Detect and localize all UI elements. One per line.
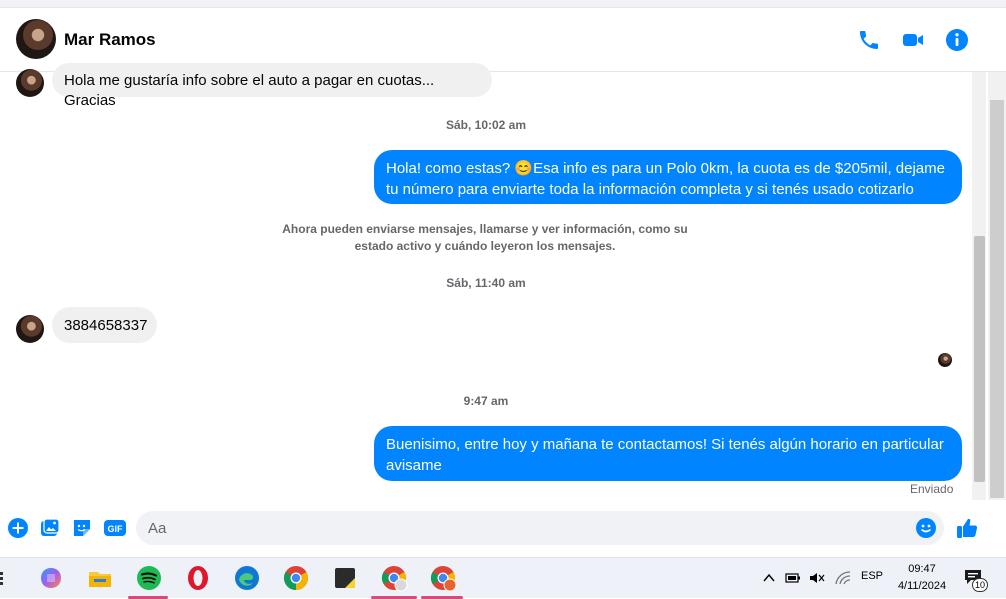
svg-text:GIF: GIF: [108, 524, 124, 534]
phone-icon[interactable]: [857, 28, 881, 52]
sender-avatar[interactable]: [16, 315, 44, 343]
sticky-notes-icon[interactable]: [331, 564, 359, 592]
message-timestamp: 9:47 am: [463, 394, 509, 408]
outgoing-message[interactable]: Buenisimo, entre hoy y mañana te contact…: [374, 426, 962, 481]
task-view-icon[interactable]: [0, 570, 8, 586]
incoming-message[interactable]: 3884658337: [52, 307, 157, 343]
page-scrollbar-thumb[interactable]: [990, 100, 1004, 498]
copilot-icon[interactable]: [37, 564, 65, 592]
message-composer: GIF: [0, 500, 1006, 557]
clock-time[interactable]: 09:47: [896, 563, 948, 575]
battery-icon[interactable]: [784, 571, 802, 585]
notification-count-badge: 10: [972, 578, 988, 592]
gif-icon[interactable]: GIF: [104, 518, 126, 538]
edge-icon[interactable]: [233, 564, 261, 592]
outgoing-message[interactable]: Hola! como estas? 😊Esa info es para un P…: [374, 150, 962, 204]
message-timestamp: Sáb, 10:02 am: [445, 118, 527, 132]
thumbs-up-icon[interactable]: [955, 516, 979, 540]
window-top-strip: [0, 0, 1006, 8]
system-notice: Ahora pueden enviarse mensajes, llamarse…: [282, 222, 688, 253]
clock-date[interactable]: 4/11/2024: [888, 580, 956, 592]
message-input[interactable]: [136, 511, 944, 545]
spotify-icon[interactable]: [135, 564, 163, 592]
sticker-icon[interactable]: [72, 518, 92, 538]
os-taskbar: ESP 09:47 4/11/2024 10: [0, 557, 1006, 599]
plus-icon[interactable]: [8, 518, 28, 538]
wifi-icon[interactable]: [834, 570, 852, 586]
chrome-icon[interactable]: [282, 564, 310, 592]
contact-avatar[interactable]: [16, 19, 56, 59]
input-language[interactable]: ESP: [861, 570, 883, 582]
sender-avatar[interactable]: [16, 69, 44, 97]
messenger-window: Mar Ramos ▼ Hola me gustaría info sobre …: [0, 0, 1006, 557]
sent-status: Enviado: [910, 482, 954, 496]
volume-muted-icon[interactable]: [808, 571, 826, 585]
seen-indicator-avatar: [938, 353, 952, 367]
opera-icon[interactable]: [184, 564, 212, 592]
file-explorer-icon[interactable]: [86, 564, 114, 592]
video-call-icon[interactable]: [901, 28, 925, 52]
photo-icon[interactable]: [40, 518, 60, 538]
chevron-up-icon[interactable]: [762, 572, 776, 584]
chrome-profile-icon[interactable]: [429, 564, 457, 592]
info-icon[interactable]: [945, 28, 969, 52]
message-timestamp: Sáb, 11:40 am: [446, 276, 526, 290]
chrome-profile-icon[interactable]: [380, 564, 408, 592]
incoming-message[interactable]: Hola me gustaría info sobre el auto a pa…: [52, 63, 492, 109]
contact-name[interactable]: Mar Ramos: [64, 30, 156, 50]
chat-scrollbar-thumb[interactable]: [974, 236, 985, 482]
emoji-icon[interactable]: [916, 518, 936, 538]
